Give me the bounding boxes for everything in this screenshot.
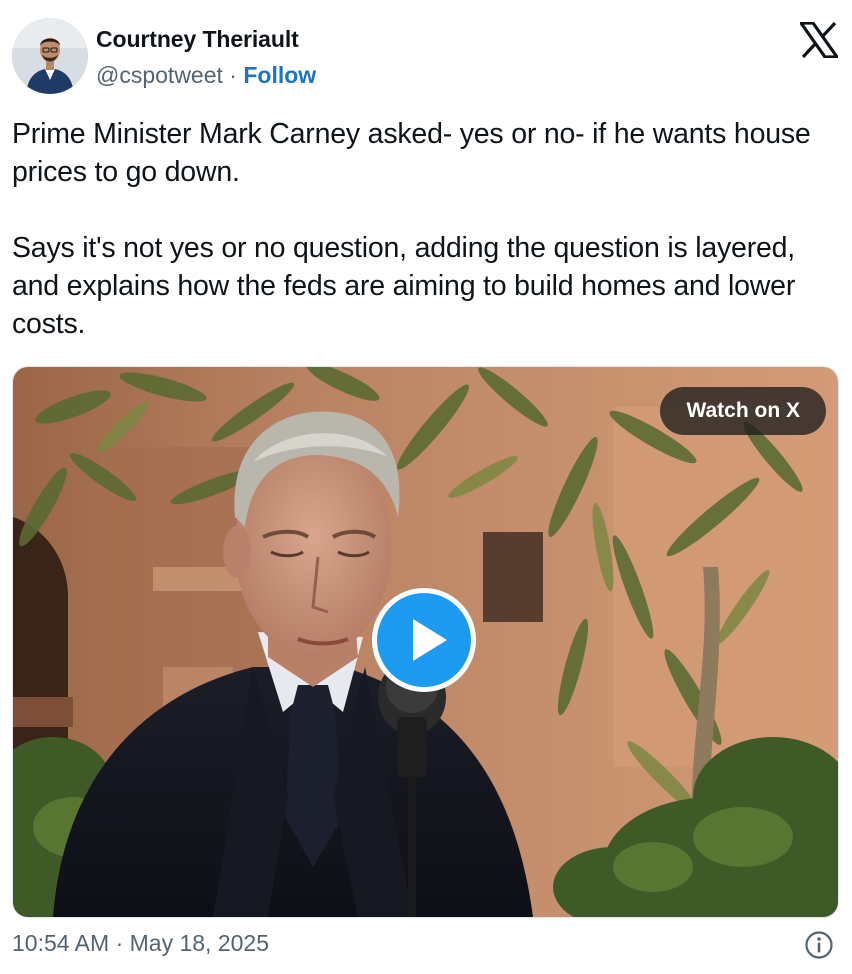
follow-button[interactable]: Follow [243,62,316,88]
tweet-paragraph: Prime Minister Mark Carney asked- yes or… [12,118,811,188]
avatar-image [12,18,88,94]
tweet-timestamp[interactable]: 10:54 AM · May 18, 2025 [12,930,269,957]
author-avatar[interactable] [12,18,88,94]
tweet-text: Prime Minister Mark Carney asked- yes or… [12,115,842,381]
info-icon[interactable] [804,930,834,960]
author-name[interactable]: Courtney Theriault [96,26,299,53]
play-button[interactable] [372,588,476,692]
x-logo-icon[interactable] [797,21,841,59]
author-handle[interactable]: @cspotweet [96,62,223,88]
handle-separator: · [222,62,244,88]
watch-on-x-button[interactable]: Watch on X [660,387,826,435]
author-handle-row: @cspotweet · Follow [96,62,316,89]
tweet-paragraph: Says it's not yes or no question, adding… [12,232,796,340]
play-icon [413,619,447,661]
video-thumbnail[interactable]: Watch on X [12,366,839,918]
